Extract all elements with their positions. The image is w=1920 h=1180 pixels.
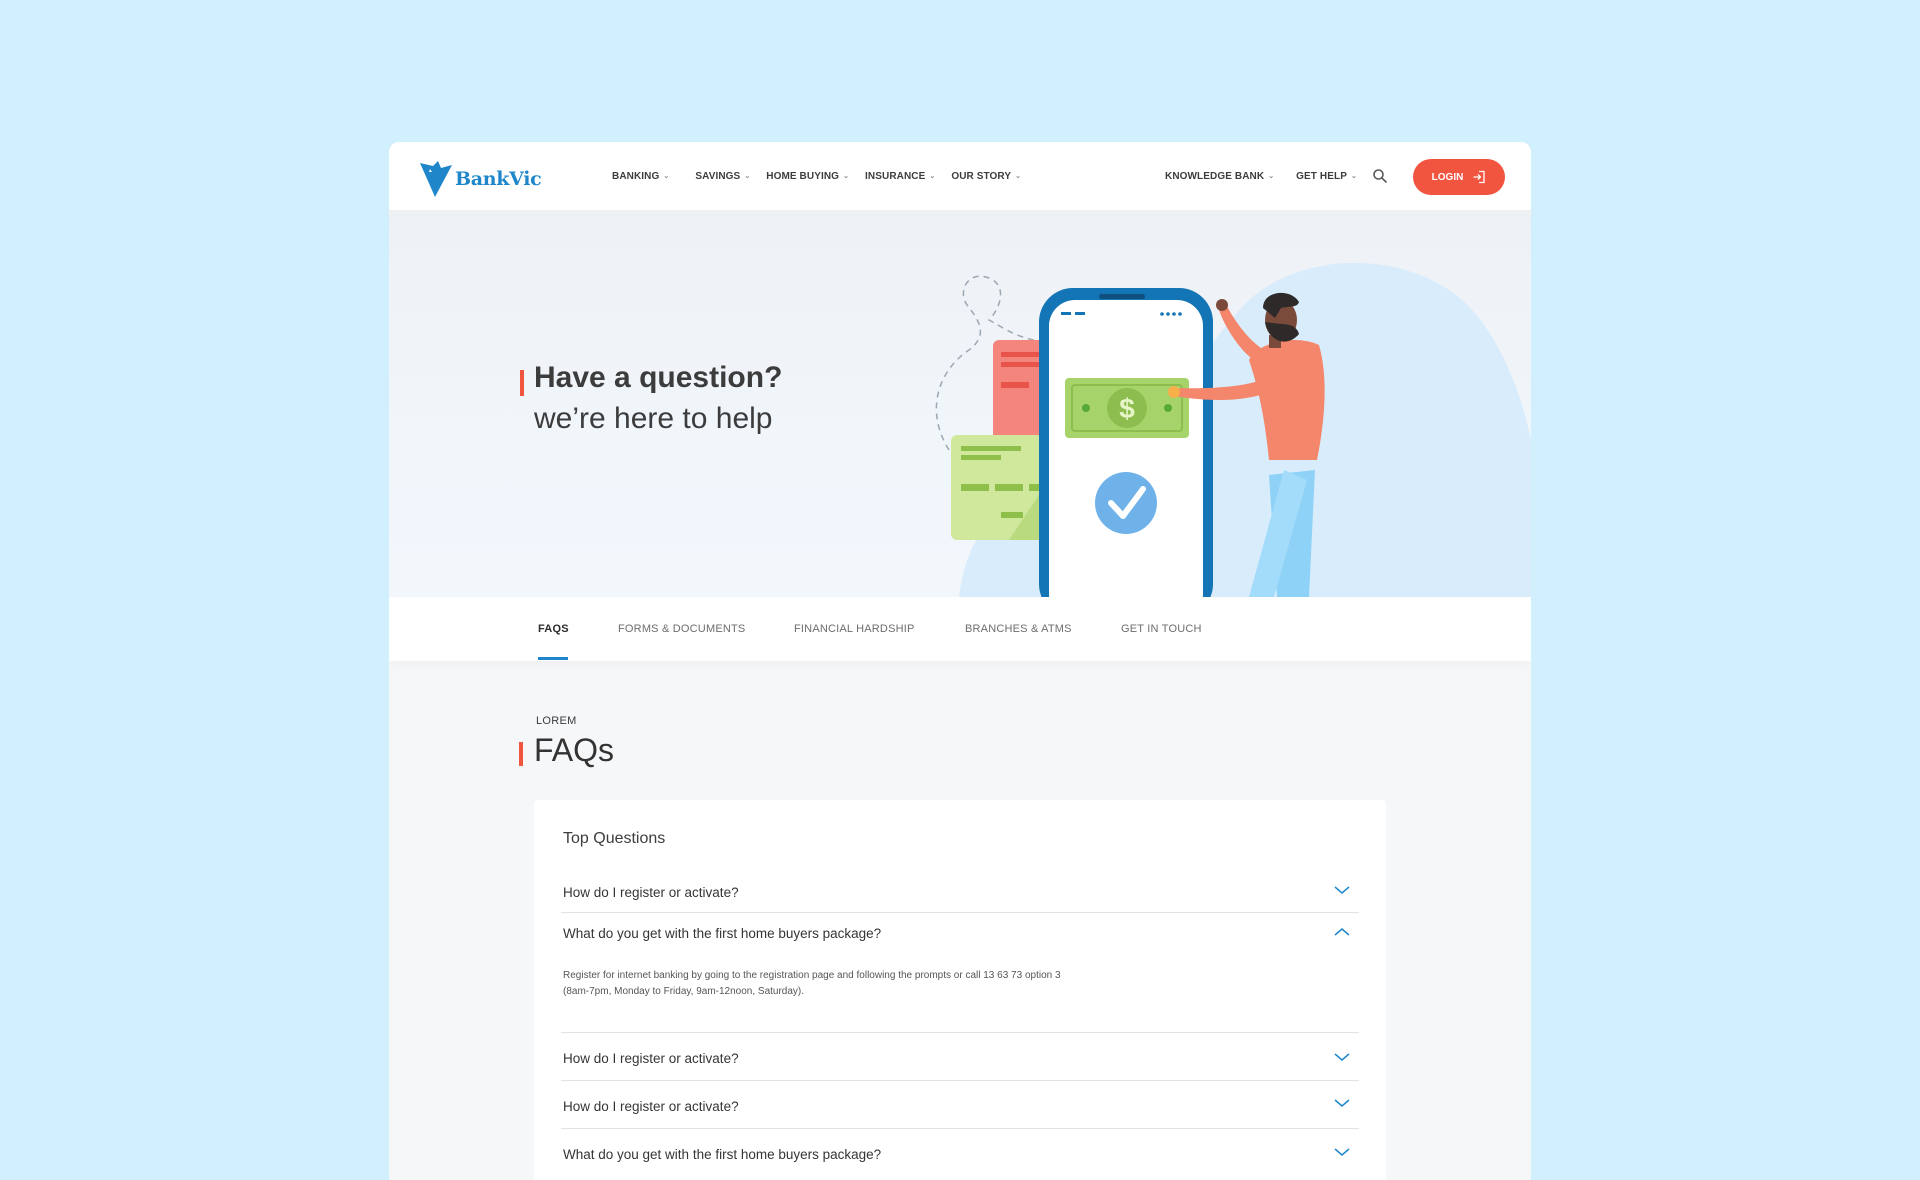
chevron-down-icon	[1334, 1053, 1350, 1061]
top-navigation-bar: BankVic BANKING ⌄ SAVINGS ⌄ HOME BUYING ⌄ I…	[389, 142, 1531, 210]
chevron-down-icon: ⌄	[929, 173, 936, 180]
browser-frame: BankVic BANKING ⌄ SAVINGS ⌄ HOME BUYING ⌄ I…	[389, 142, 1531, 1180]
brand-logo[interactable]: BankVic	[419, 160, 542, 198]
login-button[interactable]: LOGIN	[1413, 159, 1505, 195]
faq-question: What do you get with the first home buye…	[563, 1147, 882, 1162]
tab-branches-atms[interactable]: BRANCHES & ATMS	[965, 623, 1072, 635]
faq-question: How do I register or activate?	[563, 885, 739, 900]
faq-question: What do you get with the first home buye…	[563, 926, 882, 941]
secondary-nav: KNOWLEDGE BANK ⌄ GET HELP ⌄	[1165, 142, 1357, 210]
tab-faqs[interactable]: FAQS	[538, 623, 569, 635]
chevron-down-icon: ⌄	[663, 173, 670, 180]
hero-title: Have a question?	[534, 361, 783, 394]
chevron-down-icon	[1334, 1148, 1350, 1156]
active-tab-indicator	[538, 657, 568, 660]
chevron-down-icon	[1334, 1099, 1350, 1107]
chevron-down-icon: ⌄	[843, 173, 850, 180]
tab-forms-documents[interactable]: FORMS & DOCUMENTS	[618, 623, 745, 635]
chevron-down-icon: ⌄	[1268, 173, 1275, 180]
chevron-up-icon	[1334, 928, 1350, 936]
hero-accent-bar	[520, 370, 524, 396]
bankvic-logo-icon	[420, 161, 452, 197]
tab-get-in-touch[interactable]: GET IN TOUCH	[1121, 623, 1202, 635]
faq-item[interactable]: How do I register or activate?	[561, 1081, 1359, 1129]
nav-banking-label: BANKING	[612, 170, 660, 182]
nav-insurance-label: INSURANCE	[865, 170, 926, 182]
faq-card: Top Questions How do I register or activ…	[534, 800, 1386, 1180]
faq-accent-bar	[519, 742, 523, 766]
faq-answer: Register for internet banking by going t…	[563, 968, 1183, 1000]
dollar-icon: $	[1119, 393, 1135, 424]
chevron-down-icon	[1334, 886, 1350, 894]
nav-knowledge-bank[interactable]: KNOWLEDGE BANK ⌄	[1165, 171, 1274, 182]
nav-savings[interactable]: SAVINGS ⌄	[695, 171, 750, 182]
login-button-label: LOGIN	[1431, 171, 1464, 183]
primary-nav: BANKING ⌄ SAVINGS ⌄ HOME BUYING ⌄ INSURANCE…	[612, 142, 1021, 210]
login-arrow-icon	[1473, 170, 1485, 184]
tab-financial-hardship[interactable]: FINANCIAL HARDSHIP	[794, 623, 915, 635]
faq-answer-line: (8am-7pm, Monday to Friday, 9am-12noon, …	[563, 986, 805, 997]
chevron-down-icon: ⌄	[1350, 173, 1357, 180]
hero-illustration: $	[935, 262, 1531, 597]
nav-home-buying-label: HOME BUYING	[766, 170, 840, 182]
brand-name: BankVic	[455, 168, 542, 190]
hero-banner: Have a question? we’re here to help $	[389, 210, 1531, 597]
nav-banking[interactable]: BANKING ⌄	[612, 171, 669, 182]
nav-our-story[interactable]: OUR STORY ⌄	[951, 171, 1021, 182]
nav-knowledge-bank-label: KNOWLEDGE BANK	[1165, 170, 1265, 182]
faq-title: FAQs	[534, 732, 615, 768]
nav-get-help-label: GET HELP	[1296, 170, 1347, 182]
hero-subtitle: we’re here to help	[534, 402, 773, 435]
nav-savings-label: SAVINGS	[695, 170, 741, 182]
faq-question: How do I register or activate?	[563, 1099, 739, 1114]
nav-get-help[interactable]: GET HELP ⌄	[1296, 171, 1357, 182]
faq-item[interactable]: What do you get with the first home buye…	[561, 1129, 1359, 1177]
chevron-down-icon: ⌄	[744, 173, 751, 180]
faq-item[interactable]: How do I register or activate?	[561, 1033, 1359, 1081]
faq-question: How do I register or activate?	[563, 1051, 739, 1066]
section-eyebrow: LOREM	[536, 715, 577, 727]
help-tabs: FAQS FORMS & DOCUMENTS FINANCIAL HARDSHI…	[389, 597, 1531, 661]
search-icon[interactable]	[1372, 168, 1388, 184]
nav-insurance[interactable]: INSURANCE ⌄	[865, 171, 935, 182]
faq-answer-line: Register for internet banking by going t…	[563, 970, 1061, 981]
chevron-down-icon: ⌄	[1015, 173, 1022, 180]
faq-item[interactable]: How do I register or activate?	[561, 871, 1359, 913]
nav-our-story-label: OUR STORY	[951, 170, 1012, 182]
faq-section-title: Top Questions	[563, 830, 666, 847]
nav-home-buying[interactable]: HOME BUYING ⌄	[766, 171, 849, 182]
